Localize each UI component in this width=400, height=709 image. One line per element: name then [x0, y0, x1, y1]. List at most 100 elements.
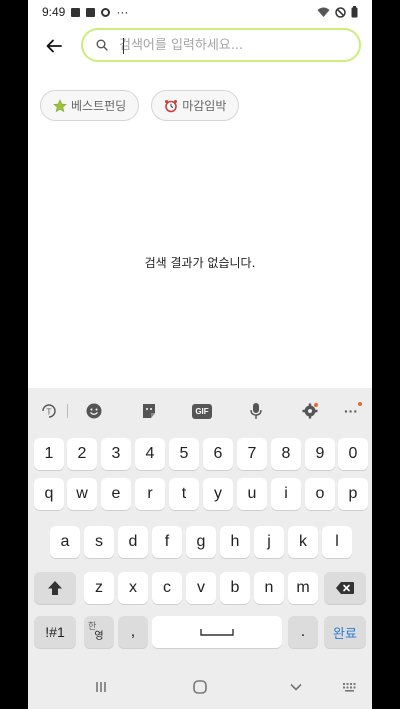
- key-h[interactable]: h: [220, 526, 250, 558]
- key-v[interactable]: v: [186, 572, 216, 604]
- text-transform-button[interactable]: T: [38, 400, 60, 422]
- key-i[interactable]: i: [271, 478, 301, 510]
- key-label: h: [230, 533, 240, 550]
- space-bar-icon: [200, 629, 234, 636]
- key-u[interactable]: u: [237, 478, 267, 510]
- language-key[interactable]: 한 영: [84, 616, 114, 648]
- key-7[interactable]: 7: [237, 438, 267, 470]
- chevron-down-icon: [290, 683, 302, 691]
- key-label: 3: [111, 445, 121, 462]
- status-right: [317, 6, 358, 18]
- keyboard-hide-button[interactable]: [342, 680, 358, 698]
- keyboard-settings-button[interactable]: [299, 400, 321, 422]
- voice-input-button[interactable]: [245, 400, 267, 422]
- more-options-button[interactable]: ···: [340, 400, 362, 422]
- key-label: 6: [213, 445, 223, 462]
- key-a[interactable]: a: [50, 526, 80, 558]
- key-e[interactable]: e: [101, 478, 131, 510]
- chip-closing-soon[interactable]: 마감임박: [151, 90, 240, 121]
- key-label: l: [335, 533, 339, 550]
- key-label: e: [111, 485, 121, 502]
- key-6[interactable]: 6: [203, 438, 233, 470]
- key-9[interactable]: 9: [305, 438, 335, 470]
- key-o[interactable]: o: [305, 478, 335, 510]
- key-label: u: [247, 485, 257, 502]
- key-s[interactable]: s: [84, 526, 114, 558]
- emoji-button[interactable]: [83, 400, 105, 422]
- search-input[interactable]: [119, 37, 349, 53]
- keyboard: T GIF ··· 1 2 3 4 5 6 7 8 9 0 q w e r t …: [28, 388, 372, 709]
- battery-icon: [351, 6, 358, 18]
- key-2[interactable]: 2: [67, 438, 97, 470]
- star-icon: [53, 98, 67, 112]
- key-5[interactable]: 5: [169, 438, 199, 470]
- key-r[interactable]: r: [135, 478, 165, 510]
- key-x[interactable]: x: [118, 572, 148, 604]
- key-8[interactable]: 8: [271, 438, 301, 470]
- svg-text:T: T: [47, 408, 52, 417]
- key-label: p: [348, 485, 358, 502]
- play-notification-icon: [86, 7, 96, 17]
- key-d[interactable]: d: [118, 526, 148, 558]
- key-n[interactable]: n: [254, 572, 284, 604]
- shift-arrow-icon: [48, 581, 62, 595]
- gif-button[interactable]: GIF: [191, 400, 213, 422]
- search-box[interactable]: [81, 28, 361, 62]
- key-q[interactable]: q: [34, 478, 64, 510]
- backspace-icon: [336, 582, 354, 594]
- done-key[interactable]: 완료: [324, 616, 366, 648]
- key-m[interactable]: m: [288, 572, 318, 604]
- do-not-disturb-icon: [335, 6, 346, 18]
- empty-result-message: 검색 결과가 없습니다.: [144, 256, 256, 270]
- sticker-button[interactable]: [138, 400, 160, 422]
- navigation-bar: [28, 672, 372, 709]
- key-label: j: [267, 533, 271, 550]
- key-3[interactable]: 3: [101, 438, 131, 470]
- key-4[interactable]: 4: [135, 438, 165, 470]
- key-label: 완료: [333, 626, 357, 642]
- chip-best-funding[interactable]: 베스트펀딩: [40, 90, 140, 121]
- toolbar-divider: [67, 404, 68, 418]
- key-label: w: [76, 485, 88, 502]
- back-nav-button[interactable]: [289, 680, 303, 699]
- key-label: b: [230, 579, 240, 596]
- key-k[interactable]: k: [288, 526, 318, 558]
- key-label: ,: [130, 623, 136, 640]
- key-label: r: [147, 485, 153, 502]
- gear-icon: [302, 403, 318, 419]
- key-f[interactable]: f: [152, 526, 182, 558]
- shift-key[interactable]: [34, 572, 76, 604]
- key-0[interactable]: 0: [338, 438, 368, 470]
- key-t[interactable]: t: [169, 478, 199, 510]
- home-button[interactable]: [193, 680, 207, 699]
- key-label: v: [197, 579, 205, 596]
- back-button[interactable]: [42, 34, 66, 58]
- key-label: m: [296, 579, 310, 596]
- search-header: [28, 26, 372, 66]
- key-j[interactable]: j: [254, 526, 284, 558]
- key-z[interactable]: z: [84, 572, 114, 604]
- recent-apps-button[interactable]: [94, 680, 108, 699]
- key-b[interactable]: b: [220, 572, 250, 604]
- key-c[interactable]: c: [152, 572, 182, 604]
- period-key[interactable]: .: [288, 616, 318, 648]
- comma-key[interactable]: ,: [118, 616, 148, 648]
- key-p[interactable]: p: [338, 478, 368, 510]
- key-w[interactable]: w: [67, 478, 97, 510]
- key-l[interactable]: l: [322, 526, 352, 558]
- space-key[interactable]: [152, 616, 282, 648]
- status-left: 9:49 ···: [42, 5, 128, 19]
- key-label: 4: [145, 445, 155, 462]
- key-label: t: [181, 485, 187, 502]
- wifi-icon: [317, 7, 330, 17]
- more-icon: ···: [344, 403, 358, 419]
- sticker-icon: [143, 404, 155, 418]
- symbols-key[interactable]: !#1: [34, 616, 76, 648]
- backspace-key[interactable]: [324, 572, 366, 604]
- key-label: z: [95, 579, 103, 596]
- key-g[interactable]: g: [186, 526, 216, 558]
- key-label: 1: [44, 445, 54, 462]
- key-1[interactable]: 1: [34, 438, 64, 470]
- key-y[interactable]: y: [203, 478, 233, 510]
- photo-notification-icon: [71, 7, 81, 17]
